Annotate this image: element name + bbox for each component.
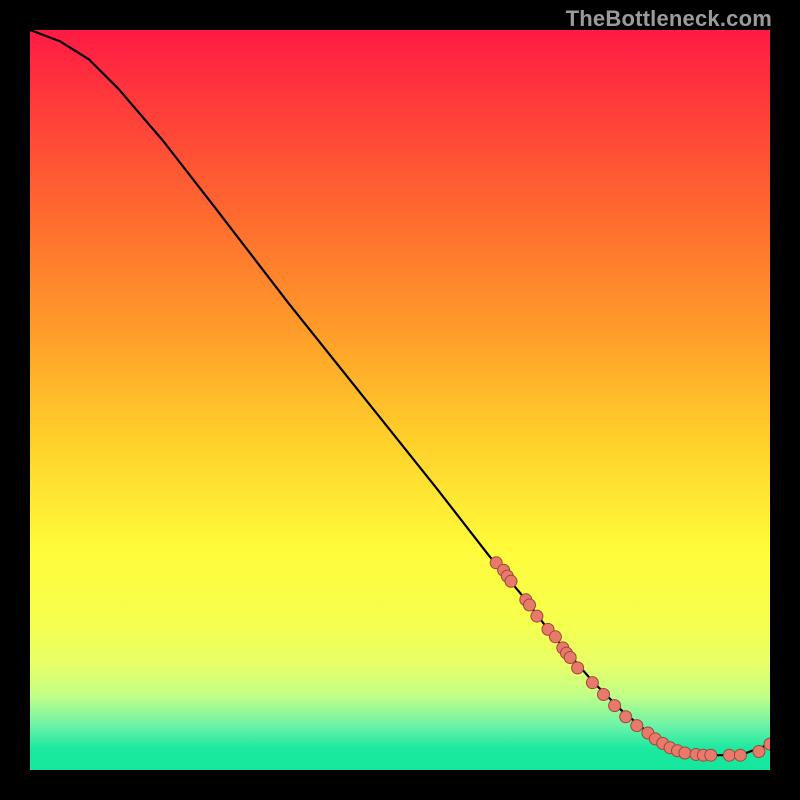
- highlight-dot: [734, 749, 746, 761]
- watermark-text: TheBottleneck.com: [566, 6, 772, 32]
- highlight-dot: [598, 689, 610, 701]
- highlight-dot: [705, 749, 717, 761]
- highlight-dot: [620, 711, 632, 723]
- highlight-dot: [564, 652, 576, 664]
- highlight-dot: [524, 599, 536, 611]
- highlight-dot: [723, 749, 735, 761]
- highlight-dot: [764, 738, 770, 750]
- highlight-dots-group: [490, 557, 770, 761]
- highlight-dot: [586, 677, 598, 689]
- highlight-dot: [572, 662, 584, 674]
- highlight-dot: [753, 746, 765, 758]
- highlight-dot: [609, 700, 621, 712]
- chart-stage: TheBottleneck.com: [0, 0, 800, 800]
- highlight-dot: [679, 747, 691, 759]
- main-curve: [30, 30, 770, 755]
- highlight-dot: [505, 575, 517, 587]
- chart-svg: [30, 30, 770, 770]
- highlight-dot: [631, 720, 643, 732]
- highlight-dot: [549, 631, 561, 643]
- highlight-dot: [531, 610, 543, 622]
